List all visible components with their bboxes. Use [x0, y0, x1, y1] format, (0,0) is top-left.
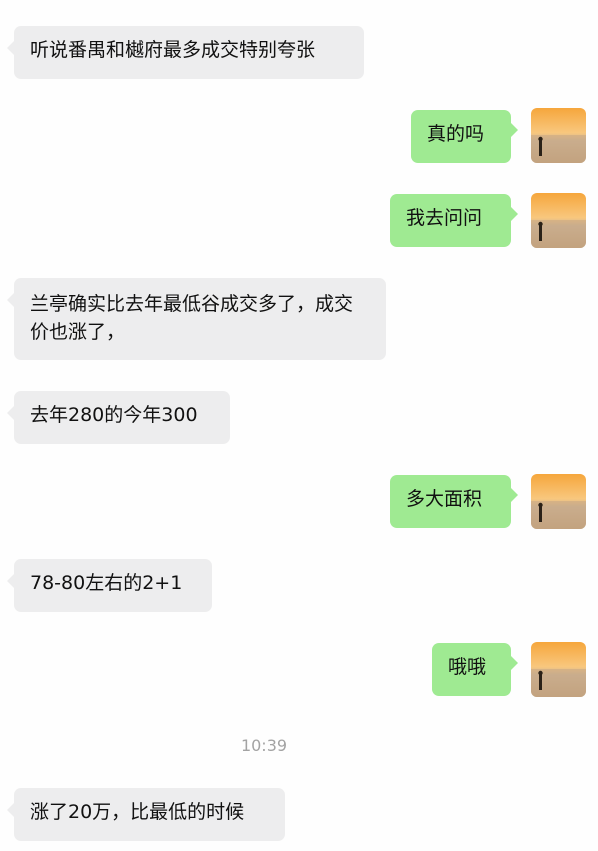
incoming-message-bubble[interactable]: 听说番禺和樾府最多成交特别夸张	[7, 26, 364, 79]
incoming-message-bubble[interactable]: 兰亭确实比去年最低谷成交多了，成交价也涨了，	[7, 278, 386, 360]
outgoing-message-bubble[interactable]: 真的吗	[411, 110, 518, 163]
timestamp: 10:39	[240, 736, 288, 755]
user-avatar[interactable]	[531, 193, 586, 248]
message-text: 真的吗	[427, 123, 485, 145]
outgoing-message-bubble[interactable]: 我去问问	[390, 194, 518, 247]
incoming-message-bubble[interactable]: 涨了20万，比最低的时候	[7, 788, 285, 841]
message-text: 哦哦	[448, 656, 487, 678]
message-text: 去年280的今年300	[30, 404, 198, 426]
message-text: 多大面积	[406, 488, 483, 510]
outgoing-message-bubble[interactable]: 哦哦	[432, 643, 518, 696]
outgoing-message-bubble[interactable]: 多大面积	[390, 475, 518, 528]
user-avatar[interactable]	[531, 474, 586, 529]
user-avatar[interactable]	[531, 108, 586, 163]
message-text: 兰亭确实比去年最低谷成交多了，成交价也涨了，	[30, 293, 354, 343]
message-text: 涨了20万，比最低的时候	[30, 801, 245, 823]
user-avatar[interactable]	[531, 642, 586, 697]
message-text: 听说番禺和樾府最多成交特别夸张	[30, 39, 316, 61]
message-text: 我去问问	[406, 207, 483, 229]
incoming-message-bubble[interactable]: 78-80左右的2+1	[7, 559, 212, 612]
incoming-message-bubble[interactable]: 去年280的今年300	[7, 391, 230, 444]
message-text: 78-80左右的2+1	[30, 572, 183, 594]
